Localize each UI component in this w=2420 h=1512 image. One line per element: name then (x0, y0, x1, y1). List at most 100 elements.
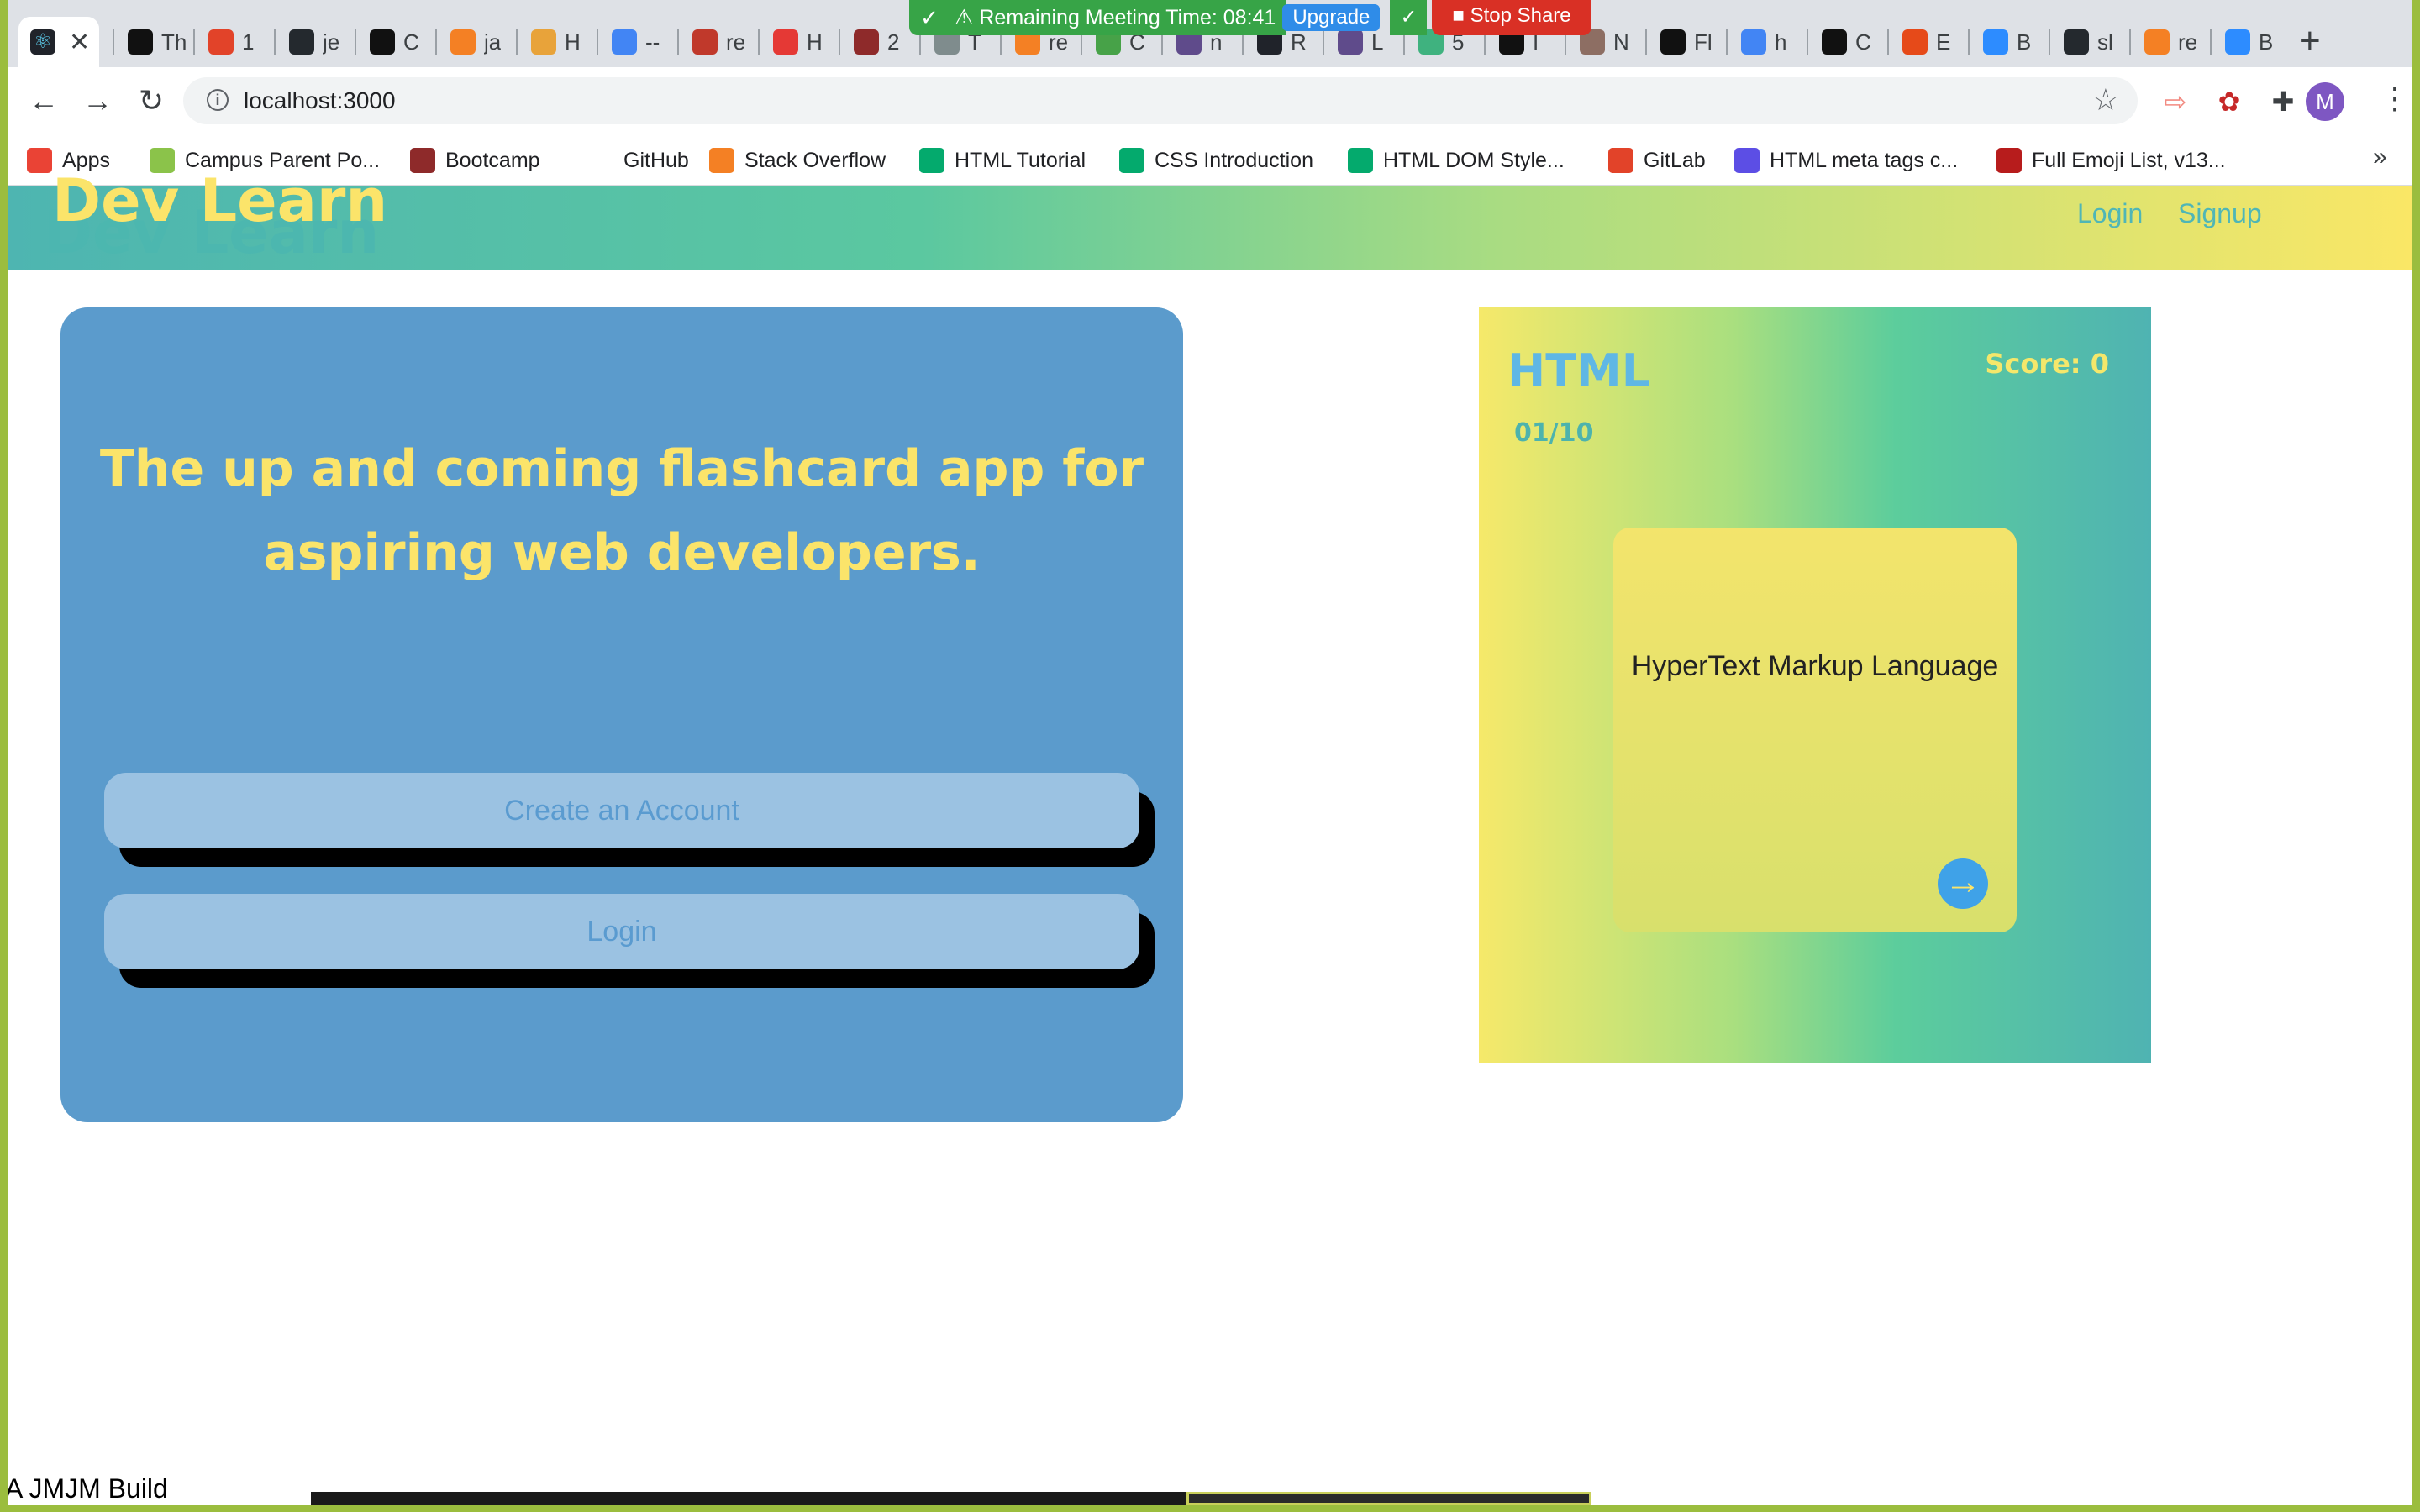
bottom-overlay-bar-highlight (1186, 1492, 1591, 1505)
address-bar[interactable]: i localhost:3000 ☆ (183, 77, 2138, 124)
tab-label: C (403, 29, 419, 55)
tab-label: C (1855, 29, 1871, 55)
browser-tab[interactable]: Th (116, 17, 192, 67)
meeting-time-text: ⚠ Remaining Meeting Time: 08:41 (950, 0, 1286, 35)
tab-strip: ⚛ ✕ Th 1 je Cja H -- re H 2 Tre Cn R L 5 I N Fl h C E Bsl re B… (8, 0, 2412, 67)
browser-tab[interactable]: ja (439, 17, 514, 67)
create-account-button[interactable]: Create an Account (104, 773, 1139, 848)
tab-separator (274, 29, 276, 55)
browser-tab[interactable]: re (681, 17, 756, 67)
tab-separator (1807, 29, 1808, 55)
tab-label: -- (645, 29, 660, 55)
bookmark-item[interactable]: CSS Introduction (1119, 146, 1313, 175)
browser-tab[interactable]: B (1971, 17, 2047, 67)
browser-tab[interactable]: je (277, 17, 353, 67)
browser-tab[interactable]: E (1891, 17, 1966, 67)
bookmark-item[interactable]: GitHub (588, 146, 689, 175)
next-arrow-icon[interactable]: → (1938, 858, 1988, 909)
meeting-status-icon: ✓ (909, 0, 950, 35)
stackoverflow-icon (450, 29, 476, 55)
browser-tab[interactable]: C (358, 17, 434, 67)
browser-tab[interactable]: 2 (842, 17, 918, 67)
medium-icon (370, 29, 395, 55)
tab-active[interactable]: ⚛ ✕ (18, 17, 99, 67)
gitlab-icon (1608, 148, 1634, 173)
browser-menu-icon[interactable]: ⋮ (2380, 81, 2410, 116)
github-icon (289, 29, 314, 55)
codepen-icon (1822, 29, 1847, 55)
browser-tab[interactable]: B (2213, 17, 2289, 67)
tab-label: re (2178, 29, 2198, 55)
bookmark-star-icon[interactable]: ☆ (2092, 82, 2119, 118)
profile-avatar[interactable]: M (2306, 82, 2344, 121)
browser-tab[interactable]: -- (600, 17, 676, 67)
browser-tab[interactable]: 1 (197, 17, 272, 67)
nav-signup-link[interactable]: Signup (2178, 198, 2262, 229)
reload-icon[interactable]: ↻ (133, 82, 170, 119)
browser-tab[interactable]: C (1810, 17, 1886, 67)
more-bookmarks-icon[interactable]: » (2373, 143, 2387, 171)
bootcamp-icon (854, 29, 879, 55)
browser-tab[interactable]: h (1729, 17, 1805, 67)
tab-label: sl (2097, 29, 2113, 55)
tab-label: re (726, 29, 746, 55)
w3schools-icon (1119, 148, 1144, 173)
tab-label: Fl (1694, 29, 1712, 55)
gitlab-icon (208, 29, 234, 55)
bookmark-item[interactable]: HTML meta tags c... (1734, 146, 1958, 175)
bootcamp-icon (410, 148, 435, 173)
w3schools-icon (1348, 148, 1373, 173)
browser-tab[interactable]: H (519, 17, 595, 67)
shield-icon: ✓ (1390, 0, 1428, 35)
tab-label: je (323, 29, 340, 55)
url-text[interactable]: localhost:3000 (244, 87, 396, 114)
bookmark-item[interactable]: Stack Overflow (709, 146, 886, 175)
google-icon (612, 29, 637, 55)
tab-separator (516, 29, 518, 55)
stop-share-button[interactable]: ■ Stop Share (1432, 0, 1591, 35)
bookmark-item[interactable]: GitLab (1608, 146, 1706, 175)
upgrade-button[interactable]: Upgrade (1282, 4, 1381, 31)
bookmark-label: CSS Introduction (1155, 148, 1313, 172)
tab-label: ja (484, 29, 502, 55)
new-tab-button[interactable]: + (2299, 20, 2321, 62)
tab-label: B (2259, 29, 2274, 55)
bookmark-item[interactable]: Bootcamp (410, 146, 540, 175)
bookmark-item[interactable]: HTML Tutorial (919, 146, 1086, 175)
extensions-puzzle-icon[interactable]: ✚ (2267, 86, 2299, 118)
tab-separator (2210, 29, 2212, 55)
stackoverflow-icon (709, 148, 734, 173)
browser-tab[interactable]: sl (2052, 17, 2128, 67)
browser-window: ⚛ ✕ Th 1 je Cja H -- re H 2 Tre Cn R L 5 I N Fl h C E Bsl re B… (8, 0, 2412, 1505)
tab-separator (597, 29, 598, 55)
back-arrow-icon[interactable]: ← (25, 82, 62, 119)
forward-arrow-icon[interactable]: → (79, 82, 116, 119)
app-logo[interactable]: Dev Learn (52, 166, 387, 235)
stackoverflow-icon (2144, 29, 2170, 55)
tab-label: E (1936, 29, 1951, 55)
bookmark-item[interactable]: HTML DOM Style... (1348, 146, 1565, 175)
tab-separator (1645, 29, 1647, 55)
tab-label: h (1775, 29, 1787, 55)
site-info-icon[interactable]: i (207, 89, 229, 111)
tab-label: N (1613, 29, 1629, 55)
tab-separator (2049, 29, 2050, 55)
browser-tab[interactable]: re (2133, 17, 2208, 67)
login-button[interactable]: Login (104, 894, 1139, 969)
extension-arrow-icon[interactable]: ⇨ (2160, 86, 2191, 118)
bookmark-label: Stack Overflow (744, 148, 886, 172)
tab-separator (193, 29, 195, 55)
browser-tab[interactable]: Fl (1649, 17, 1724, 67)
bookmark-item[interactable]: Full Emoji List, v13... (1996, 146, 2226, 175)
nav-login-link[interactable]: Login (2077, 198, 2143, 229)
tab-label: 1 (242, 29, 255, 55)
browser-tab[interactable]: H (761, 17, 837, 67)
meeting-banner: ✓ ⚠ Remaining Meeting Time: 08:41 Upgrad… (909, 0, 1591, 35)
bookmark-label: HTML Tutorial (955, 148, 1086, 172)
tab-label: 2 (887, 29, 900, 55)
close-tab-icon[interactable]: ✕ (69, 28, 90, 57)
flashcard[interactable]: HyperText Markup Language → (1613, 528, 2017, 932)
google-icon (1741, 29, 1766, 55)
card-counter: 01/10 (1514, 418, 1594, 448)
extension-paw-icon[interactable]: ✿ (2213, 86, 2245, 118)
